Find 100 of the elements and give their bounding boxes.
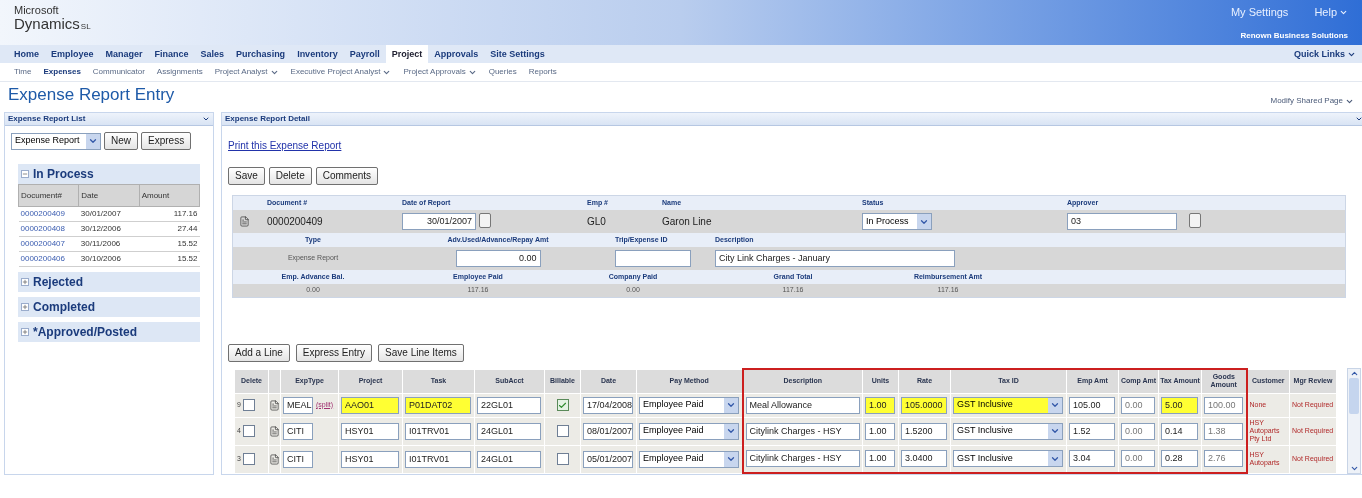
grid-field[interactable]: Citylink Charges - HSY bbox=[745, 450, 860, 468]
grid-field[interactable]: 0.00 bbox=[1121, 396, 1155, 414]
grid-field[interactable]: 105.00 bbox=[1069, 396, 1115, 414]
checkbox[interactable] bbox=[556, 453, 569, 465]
nav-tab[interactable]: Payroll bbox=[343, 45, 386, 63]
action-button[interactable]: Comments bbox=[315, 167, 379, 185]
header-link[interactable]: My Settings bbox=[1230, 4, 1289, 21]
action-button[interactable]: Save bbox=[228, 167, 265, 185]
quick-links-menu[interactable]: Quick Links bbox=[1293, 45, 1356, 63]
group-header[interactable]: Rejected bbox=[18, 272, 200, 292]
grid-field[interactable]: 0.14 bbox=[1161, 422, 1198, 440]
grid-field[interactable]: 105.0000 bbox=[901, 396, 947, 414]
text-field[interactable] bbox=[615, 250, 691, 267]
status-select[interactable]: In Process bbox=[862, 213, 932, 230]
nav-tab[interactable]: Project bbox=[385, 45, 429, 63]
grid-field[interactable]: Meal Allowance bbox=[745, 396, 860, 414]
grid-field[interactable]: 0.00 bbox=[1121, 422, 1155, 440]
nav-tab[interactable]: Site Settings bbox=[484, 45, 551, 63]
scroll-thumb[interactable] bbox=[1349, 378, 1359, 414]
calendar-button[interactable] bbox=[479, 213, 491, 228]
expense-type-field[interactable]: MEAL bbox=[283, 396, 313, 414]
nav-tab[interactable]: Manager bbox=[99, 45, 149, 63]
document-link[interactable]: 0000200406 bbox=[20, 254, 65, 263]
grid-field[interactable]: 1.00 bbox=[865, 396, 895, 414]
subnav-link[interactable]: Assignments bbox=[150, 66, 209, 78]
grid-field[interactable]: 2.76 bbox=[1204, 450, 1243, 468]
checkbox[interactable] bbox=[556, 425, 569, 437]
document-link[interactable]: 0000200408 bbox=[20, 224, 65, 233]
subnav-link[interactable]: Project Approvals bbox=[397, 66, 483, 78]
grid-select[interactable]: Employee Paid bbox=[639, 450, 739, 468]
grid-field[interactable]: 1.00 bbox=[865, 450, 895, 468]
nav-tab[interactable]: Approvals bbox=[428, 45, 485, 63]
subnav-link[interactable]: Queries bbox=[482, 66, 523, 78]
expense-type-field[interactable]: CITI bbox=[283, 450, 313, 468]
date-field[interactable]: 30/01/2007 bbox=[402, 213, 476, 230]
subnav-link[interactable]: Reports bbox=[522, 66, 563, 78]
grid-field[interactable]: 100.00 bbox=[1204, 396, 1243, 414]
grid-field[interactable]: AAO01 bbox=[341, 396, 399, 414]
grid-field[interactable]: 5.00 bbox=[1161, 396, 1198, 414]
grid-select[interactable]: Employee Paid bbox=[639, 396, 739, 414]
grid-field[interactable]: HSY01 bbox=[341, 422, 399, 440]
line-button[interactable]: Express Entry bbox=[295, 344, 373, 362]
line-button[interactable]: Save Line Items bbox=[378, 344, 464, 362]
grid-field[interactable]: I01TRV01 bbox=[405, 450, 471, 468]
grid-field[interactable]: 1.00 bbox=[865, 422, 895, 440]
grid-field[interactable]: 0.28 bbox=[1161, 450, 1198, 468]
nav-tab[interactable]: Sales bbox=[194, 45, 231, 63]
grid-field[interactable]: 22GL01 bbox=[477, 396, 541, 414]
nav-tab[interactable]: Inventory bbox=[291, 45, 344, 63]
list-button[interactable]: Express bbox=[141, 132, 192, 150]
amount-field[interactable]: 0.00 bbox=[455, 250, 541, 267]
grid-field[interactable]: 3.0400 bbox=[901, 450, 947, 468]
subnav-link[interactable]: Communicator bbox=[86, 66, 151, 78]
report-type-select[interactable]: Expense Report bbox=[11, 132, 101, 150]
checkbox[interactable] bbox=[242, 453, 255, 465]
grid-select[interactable]: Employee Paid bbox=[639, 422, 739, 440]
document-link[interactable]: 0000200407 bbox=[20, 239, 65, 248]
group-header[interactable]: Completed bbox=[18, 297, 200, 317]
grid-field[interactable]: 17/04/2008 bbox=[583, 396, 633, 414]
scrollbar[interactable] bbox=[1347, 368, 1361, 474]
text-field[interactable]: City Link Charges - January bbox=[715, 250, 955, 267]
grid-field[interactable]: 1.52 bbox=[1069, 422, 1115, 440]
scroll-down-icon[interactable] bbox=[1349, 464, 1359, 473]
scroll-up-icon[interactable] bbox=[1349, 369, 1359, 378]
grid-field[interactable]: 05/01/2007 bbox=[583, 450, 633, 468]
grid-field[interactable]: P01DAT02 bbox=[405, 396, 471, 414]
grid-field[interactable]: 0.00 bbox=[1121, 450, 1155, 468]
grid-field[interactable]: Citylink Charges - HSY bbox=[745, 422, 860, 440]
subnav-link[interactable]: Expenses bbox=[37, 66, 87, 78]
grid-select[interactable]: GST Inclusive bbox=[953, 396, 1063, 414]
grid-field[interactable]: 3.04 bbox=[1069, 450, 1115, 468]
checkbox[interactable] bbox=[242, 425, 255, 437]
grid-field[interactable]: HSY01 bbox=[341, 450, 399, 468]
nav-tab[interactable]: Finance bbox=[148, 45, 195, 63]
action-button[interactable]: Delete bbox=[268, 167, 312, 185]
grid-select[interactable]: GST Inclusive bbox=[953, 422, 1063, 440]
checkbox[interactable] bbox=[556, 399, 569, 411]
lookup-button[interactable] bbox=[1189, 213, 1201, 228]
approver-field[interactable]: 03 bbox=[1067, 213, 1177, 230]
group-header[interactable]: In Process bbox=[18, 164, 200, 184]
expense-type-field[interactable]: CITI bbox=[283, 422, 313, 440]
print-link[interactable]: Print this Expense Report bbox=[228, 138, 342, 153]
grid-field[interactable]: 08/01/2007 bbox=[583, 422, 633, 440]
grid-field[interactable]: 24GL01 bbox=[477, 450, 541, 468]
modify-page-link[interactable]: Modify Shared Page bbox=[1270, 95, 1354, 107]
subnav-link[interactable]: Project Analyst bbox=[208, 66, 285, 78]
nav-tab[interactable]: Employee bbox=[45, 45, 100, 63]
group-header[interactable]: *Approved/Posted bbox=[18, 322, 200, 342]
subnav-link[interactable]: Time bbox=[8, 66, 38, 78]
grid-field[interactable]: I01TRV01 bbox=[405, 422, 471, 440]
grid-field[interactable]: 1.38 bbox=[1204, 422, 1243, 440]
grid-field[interactable]: 24GL01 bbox=[477, 422, 541, 440]
grid-select[interactable]: GST Inclusive bbox=[953, 450, 1063, 468]
line-button[interactable]: Add a Line bbox=[228, 344, 290, 362]
list-button[interactable]: New bbox=[104, 132, 138, 150]
document-link[interactable]: 0000200409 bbox=[20, 209, 65, 218]
checkbox[interactable] bbox=[242, 399, 255, 411]
header-link[interactable]: Help bbox=[1314, 4, 1348, 21]
subnav-link[interactable]: Executive Project Analyst bbox=[284, 66, 398, 78]
nav-tab[interactable]: Purchasing bbox=[230, 45, 292, 63]
